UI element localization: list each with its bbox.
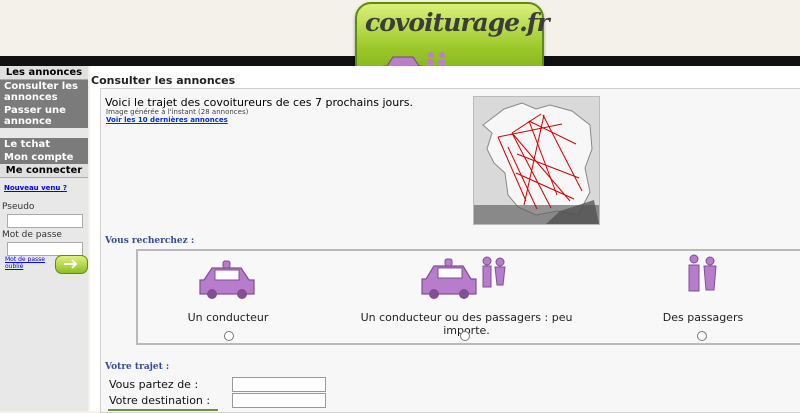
choice-both-radio[interactable] bbox=[460, 331, 470, 341]
main-content: Consulter les annonces Voici le trajet d… bbox=[90, 66, 800, 413]
page-title: Consulter les annonces bbox=[91, 74, 236, 87]
sidebar-item-post[interactable]: Passer une annonce bbox=[0, 104, 88, 128]
arrow-right-icon bbox=[64, 259, 78, 269]
sidebar-login-title: Me connecter bbox=[0, 164, 88, 178]
driver-icon bbox=[199, 260, 255, 299]
france-map bbox=[473, 96, 600, 225]
password-label: Mot de passe bbox=[2, 230, 62, 240]
logo-text: covoiturage.fr bbox=[365, 8, 550, 37]
sidebar-item-account[interactable]: Mon compte bbox=[0, 151, 88, 164]
driver-or-passengers-icon bbox=[421, 256, 506, 299]
pseudo-label: Pseudo bbox=[2, 202, 35, 212]
sidebar-spacer bbox=[0, 128, 88, 138]
choice-passengers-radio[interactable] bbox=[697, 331, 707, 341]
choice-driver-label: Un conducteur bbox=[187, 311, 269, 324]
choice-driver-radio[interactable] bbox=[224, 331, 234, 341]
sidebar: Les annonces Consulter les annonces Pass… bbox=[0, 66, 88, 411]
passengers-icon bbox=[688, 254, 717, 292]
from-label: Vous partez de : bbox=[109, 378, 199, 391]
trip-label: Votre trajet : bbox=[105, 362, 170, 372]
destination-label: Votre destination : bbox=[109, 394, 211, 407]
choice-passengers-label: Des passagers bbox=[662, 311, 744, 324]
search-label: Vous recherchez : bbox=[105, 236, 195, 246]
generated-note: Image générée à l'instant (28 annonces) bbox=[106, 108, 249, 116]
signup-link[interactable]: Nouveau venu ? bbox=[0, 178, 88, 200]
sidebar-section-title: Les annonces bbox=[0, 66, 88, 80]
destination-input[interactable] bbox=[232, 393, 326, 408]
sidebar-item-chat[interactable]: Le tchat bbox=[0, 138, 88, 151]
pseudo-input[interactable] bbox=[7, 214, 83, 228]
forgot-password-link[interactable]: Mot de passe oublié bbox=[5, 256, 51, 270]
password-input[interactable] bbox=[7, 242, 83, 256]
from-input[interactable] bbox=[232, 377, 326, 392]
sidebar-item-consult[interactable]: Consulter les annonces bbox=[0, 80, 88, 104]
last-ads-link[interactable]: Voir les 10 dernières annonces bbox=[106, 116, 228, 124]
login-button[interactable] bbox=[55, 255, 88, 274]
